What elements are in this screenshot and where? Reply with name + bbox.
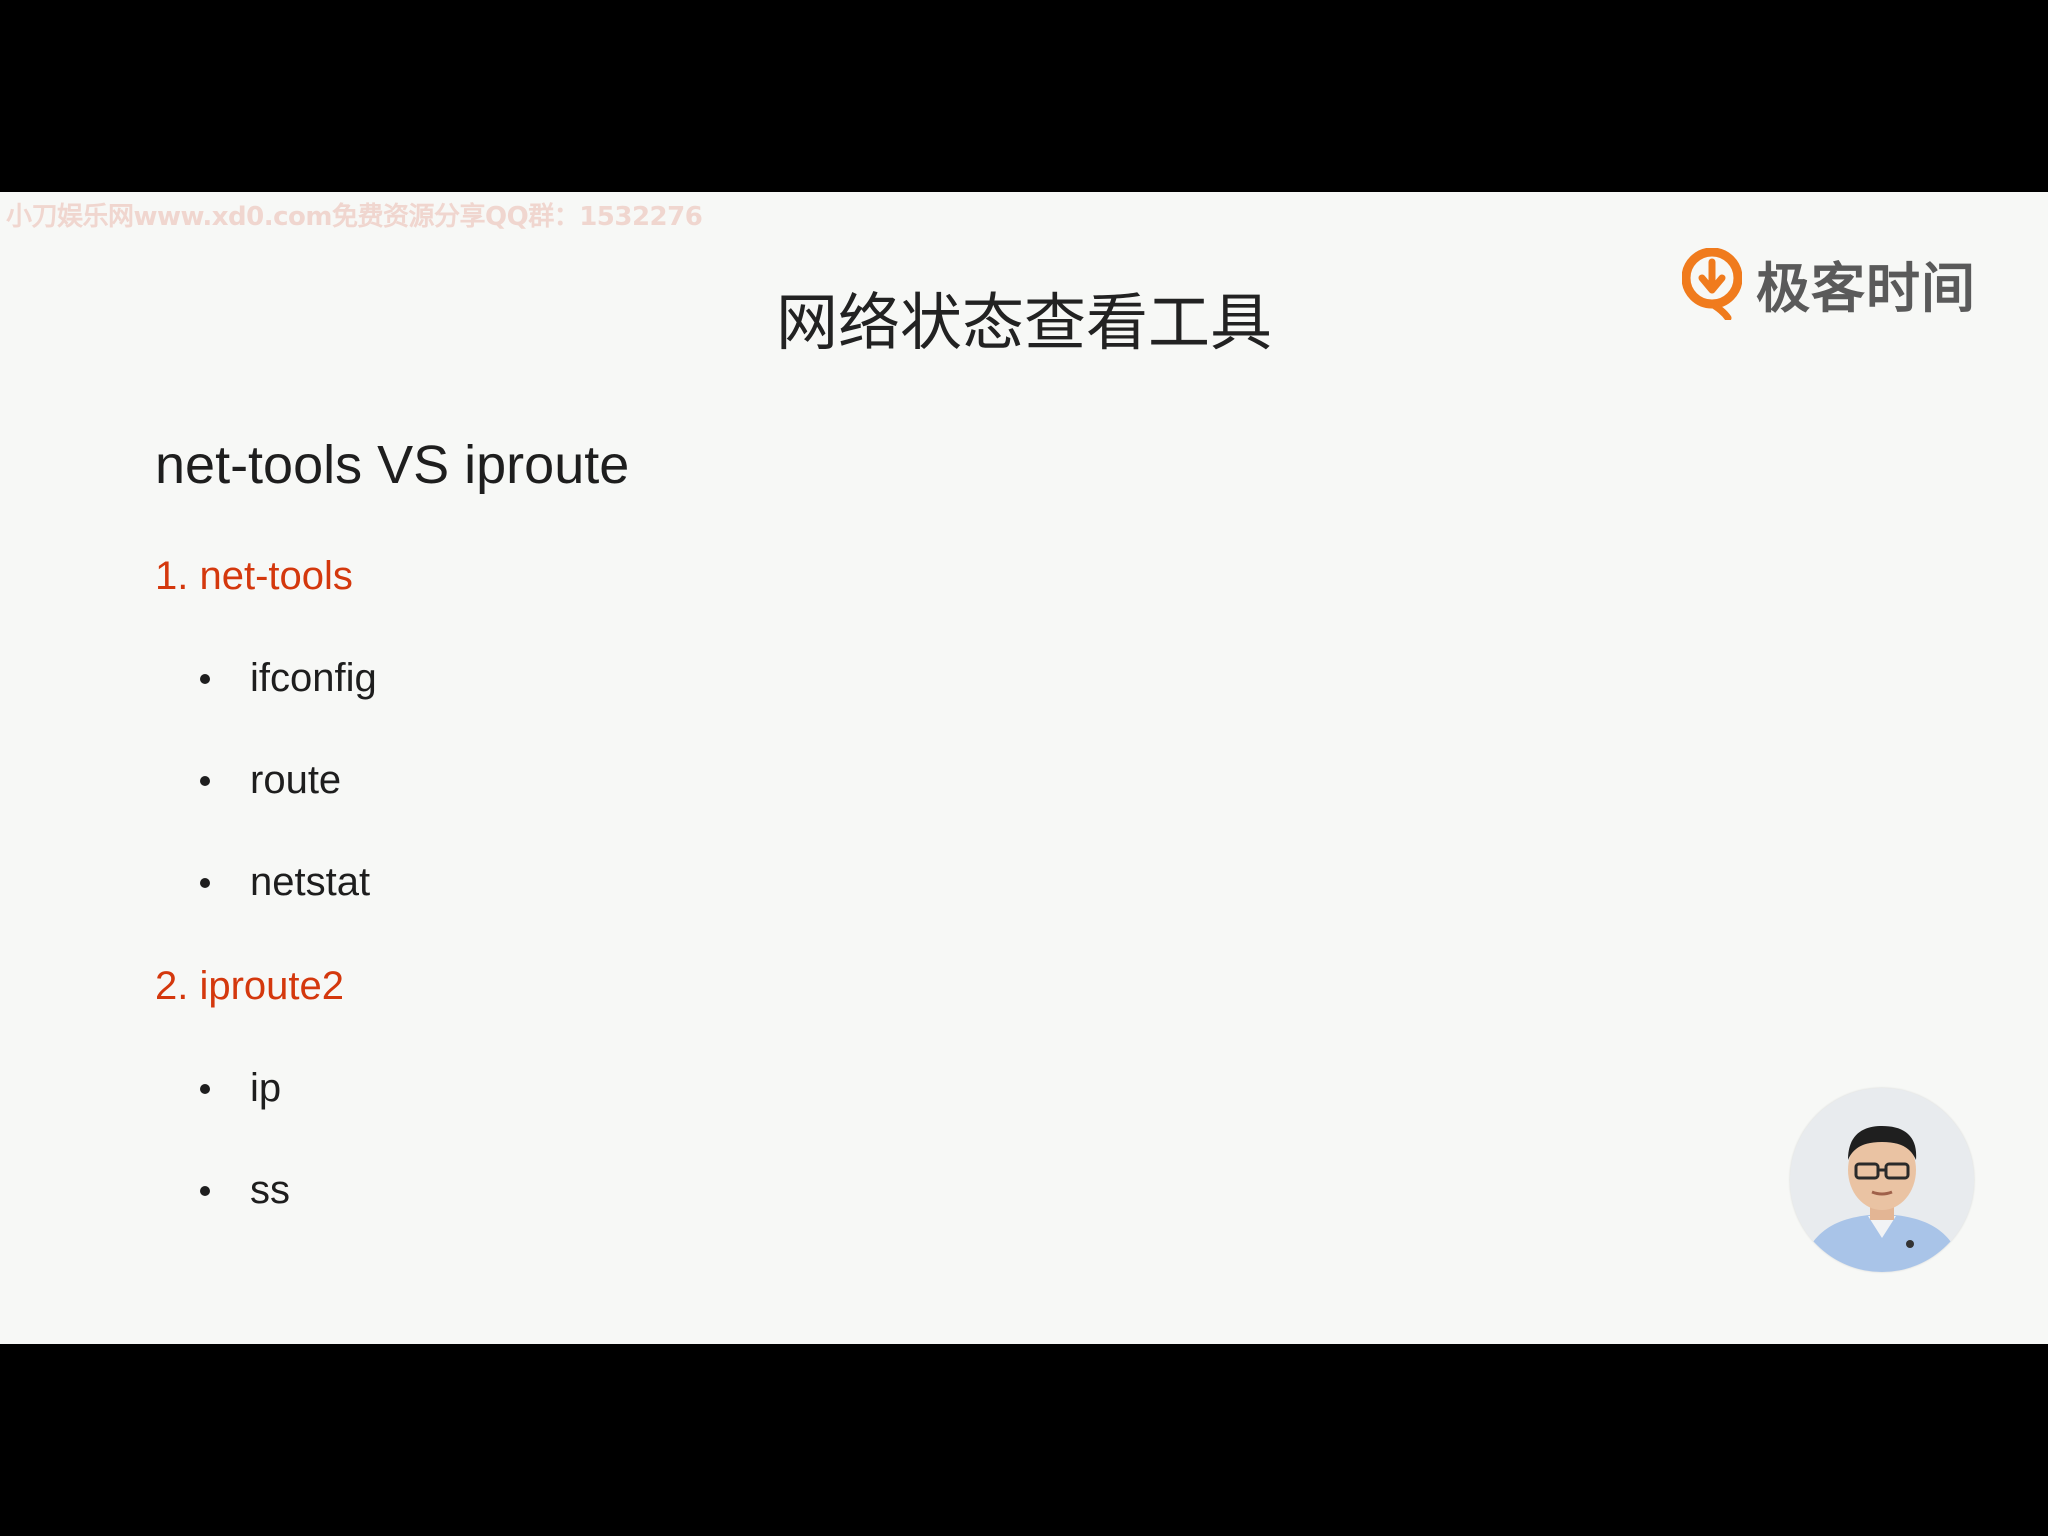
- geektime-logo-icon: [1681, 247, 1743, 321]
- bullet-dot-icon: [200, 1083, 210, 1094]
- list-item-label: ip: [250, 1066, 282, 1110]
- list-item-label: route: [250, 758, 342, 802]
- presenter-video-avatar: [1790, 1088, 1974, 1272]
- bullet-dot-icon: [200, 877, 210, 888]
- logo-text: 极客时间: [1756, 257, 1976, 320]
- watermark-text: 小刀娱乐网www.xd0.com免费资源分享QQ群：1532276: [6, 202, 703, 232]
- list-item-label: netstat: [250, 860, 371, 904]
- list-item-label: ifconfig: [250, 656, 377, 700]
- list-item-label: ss: [250, 1168, 290, 1212]
- section-heading-net-tools: 1. net-tools: [155, 554, 353, 598]
- letterbox-top: [0, 0, 2048, 192]
- slide: 小刀娱乐网www.xd0.com免费资源分享QQ群：1532276 网络状态查看…: [0, 192, 2048, 1344]
- list-item: ip: [200, 1066, 281, 1111]
- bullet-dot-icon: [200, 1185, 210, 1196]
- list-item: ss: [200, 1168, 290, 1213]
- list-item: netstat: [200, 860, 370, 905]
- brand-logo: 极客时间: [1681, 244, 1976, 323]
- list-item: ifconfig: [200, 656, 377, 701]
- slide-subtitle: net-tools VS iproute: [155, 435, 630, 495]
- bullet-dot-icon: [200, 775, 210, 786]
- bullet-dot-icon: [200, 673, 210, 684]
- list-item: route: [200, 758, 341, 803]
- letterbox-bottom: [0, 1344, 2048, 1536]
- section-heading-iproute2: 2. iproute2: [155, 964, 345, 1008]
